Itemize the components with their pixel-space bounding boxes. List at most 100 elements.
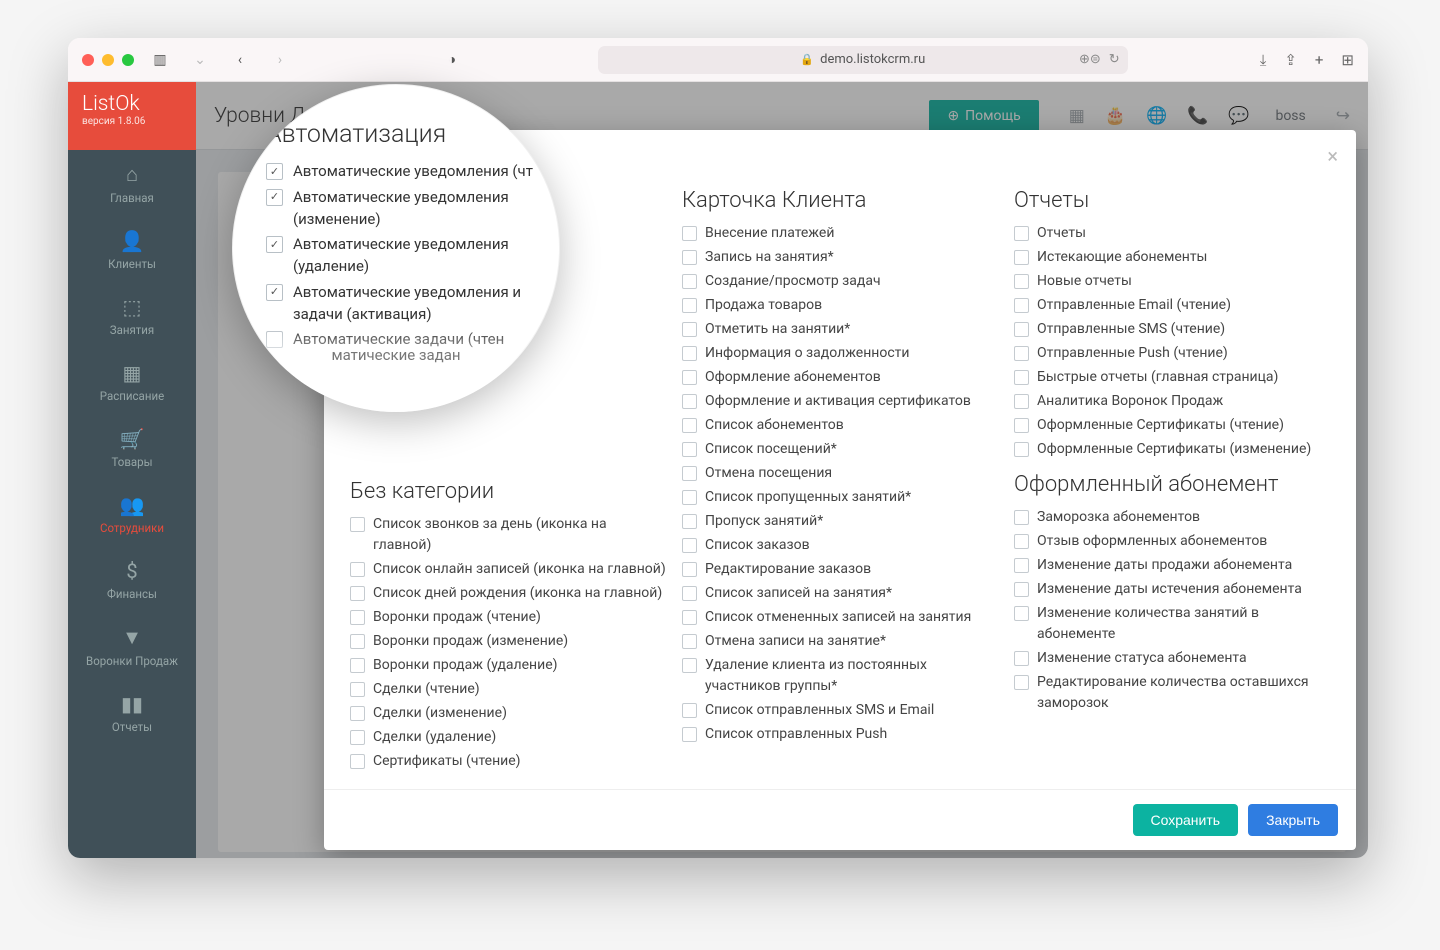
permission-row: Новые отчеты <box>1014 271 1330 292</box>
nav-item[interactable]: ▮▮Отчеты <box>68 680 196 746</box>
checkbox[interactable] <box>1014 226 1029 241</box>
checkbox[interactable] <box>350 517 365 532</box>
lock-icon: 🔒 <box>800 53 814 66</box>
nav-item[interactable]: ⌂Главная <box>68 150 196 217</box>
sidebar-toggle-icon[interactable]: ▥ <box>146 49 174 71</box>
section-no-category: Без категории <box>350 479 666 504</box>
save-button[interactable]: Сохранить <box>1133 804 1239 836</box>
mag-label: Автоматические уведомления и задачи (акт… <box>293 282 536 326</box>
checkbox[interactable] <box>1014 370 1029 385</box>
checkbox[interactable] <box>350 586 365 601</box>
checkbox[interactable] <box>1014 274 1029 289</box>
permission-row: Создание/просмотр задач <box>682 271 998 292</box>
download-icon[interactable]: ⤓ <box>1260 51 1267 69</box>
checkbox[interactable] <box>682 658 697 673</box>
permission-label: Отчеты <box>1037 223 1086 244</box>
checkbox[interactable] <box>350 730 365 745</box>
permission-label: Сделки (удаление) <box>373 727 496 748</box>
close-icon[interactable]: × <box>1327 144 1338 168</box>
checkbox[interactable] <box>1014 346 1029 361</box>
close-dot[interactable] <box>82 54 94 66</box>
url-bar[interactable]: 🔒 demo.listokcrm.ru ⊕⊜ ↻ <box>598 46 1128 74</box>
nav-item[interactable]: ▼Воронки Продаж <box>68 613 196 680</box>
permission-row: Изменение даты продажи абонемента <box>1014 555 1330 576</box>
nav-label: Финансы <box>107 587 157 601</box>
checkbox[interactable] <box>1014 558 1029 573</box>
checkbox[interactable] <box>682 346 697 361</box>
checkbox[interactable] <box>682 610 697 625</box>
nav-item[interactable]: 🛒Товары <box>68 415 196 481</box>
checkbox[interactable] <box>682 703 697 718</box>
nav-item[interactable]: 👤Клиенты <box>68 217 196 283</box>
checkbox[interactable] <box>1014 510 1029 525</box>
checkbox[interactable] <box>682 370 697 385</box>
checkbox[interactable] <box>350 658 365 673</box>
checkbox[interactable] <box>1014 322 1029 337</box>
checkbox[interactable] <box>682 418 697 433</box>
checkbox[interactable] <box>682 274 697 289</box>
checkbox[interactable] <box>682 322 697 337</box>
min-dot[interactable] <box>102 54 114 66</box>
checkbox[interactable] <box>1014 250 1029 265</box>
permission-row: Список отправленных Push <box>682 724 998 745</box>
share-icon[interactable]: ⇪ <box>1284 51 1297 69</box>
checkbox[interactable] <box>682 727 697 742</box>
permission-row: Отметить на занятии* <box>682 319 998 340</box>
checkbox-checked[interactable] <box>266 236 283 253</box>
permission-row: Список заказов <box>682 535 998 556</box>
checkbox[interactable] <box>1014 651 1029 666</box>
checkbox[interactable] <box>350 610 365 625</box>
checkbox[interactable] <box>1014 394 1029 409</box>
checkbox[interactable] <box>1014 582 1029 597</box>
permission-label: Список отправленных SMS и Email <box>705 700 934 721</box>
forward-icon[interactable]: › <box>266 49 294 71</box>
checkbox[interactable] <box>350 634 365 649</box>
checkbox[interactable] <box>682 466 697 481</box>
checkbox[interactable] <box>1014 534 1029 549</box>
checkbox-checked[interactable] <box>266 189 283 206</box>
checkbox[interactable] <box>682 298 697 313</box>
checkbox[interactable] <box>350 562 365 577</box>
checkbox[interactable] <box>682 634 697 649</box>
max-dot[interactable] <box>122 54 134 66</box>
checkbox[interactable] <box>350 682 365 697</box>
checkbox[interactable] <box>682 250 697 265</box>
nav-item[interactable]: 👥Сотрудники <box>68 481 196 547</box>
permission-label: Информация о задолженности <box>705 343 909 364</box>
checkbox[interactable] <box>682 490 697 505</box>
reload-icon[interactable]: ↻ <box>1109 52 1120 67</box>
checkbox[interactable] <box>1014 442 1029 457</box>
checkbox[interactable] <box>682 394 697 409</box>
checkbox[interactable] <box>350 754 365 769</box>
checkbox[interactable] <box>682 442 697 457</box>
permission-row: Воронки продаж (изменение) <box>350 631 666 652</box>
permission-label: Оформление и активация сертификатов <box>705 391 971 412</box>
nav-icon: ▮▮ <box>121 692 143 716</box>
checkbox[interactable] <box>1014 606 1029 621</box>
checkbox[interactable] <box>350 706 365 721</box>
permission-label: Новые отчеты <box>1037 271 1132 292</box>
permission-row: Список отправленных SMS и Email <box>682 700 998 721</box>
checkbox[interactable] <box>682 226 697 241</box>
checkbox[interactable] <box>1014 418 1029 433</box>
checkbox-checked[interactable] <box>266 163 283 180</box>
newtab-icon[interactable]: + <box>1315 51 1324 69</box>
checkbox[interactable] <box>682 586 697 601</box>
checkbox[interactable] <box>1014 675 1029 690</box>
checkbox-checked[interactable] <box>266 284 283 301</box>
checkbox[interactable] <box>682 562 697 577</box>
checkbox[interactable] <box>1014 298 1029 313</box>
nav-item[interactable]: ⬚Занятия <box>68 283 196 349</box>
close-button[interactable]: Закрыть <box>1248 804 1338 836</box>
dropdown-icon[interactable]: ⌄ <box>186 49 214 71</box>
nav-item[interactable]: ▦Расписание <box>68 349 196 415</box>
tabs-icon[interactable]: ⊞ <box>1341 51 1354 69</box>
mag-label: Автоматические уведомления (чт <box>293 161 533 183</box>
permission-row: Отправленные Email (чтение) <box>1014 295 1330 316</box>
checkbox[interactable] <box>682 538 697 553</box>
translate-icon[interactable]: ⊕⊜ <box>1079 52 1101 67</box>
nav-item[interactable]: $Финансы <box>68 547 196 613</box>
back-icon[interactable]: ‹ <box>226 49 254 71</box>
checkbox[interactable] <box>682 514 697 529</box>
shield-icon[interactable]: ◑ <box>438 49 466 71</box>
